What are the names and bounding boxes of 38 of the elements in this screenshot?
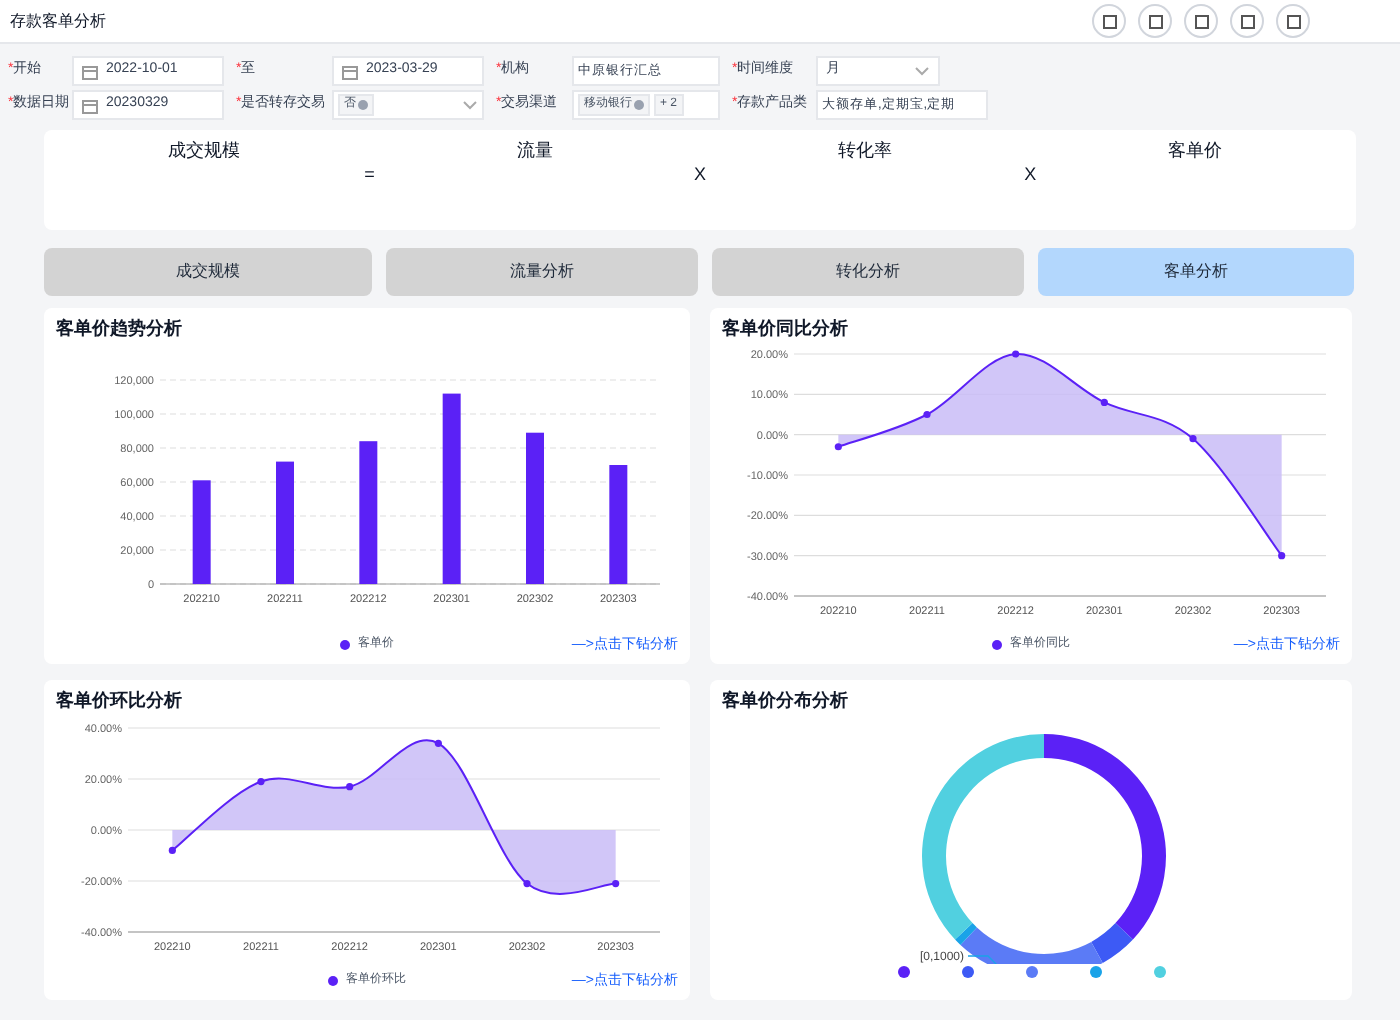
bar <box>359 440 378 583</box>
data-point <box>523 878 531 887</box>
calendar-icon <box>342 63 358 79</box>
operator-sign: X <box>1022 162 1039 188</box>
operator-sign: = <box>362 162 377 188</box>
metric-label: 客单价 <box>1166 138 1225 164</box>
chart-title: 客单价同比分析 <box>722 316 848 342</box>
data-point <box>612 878 620 887</box>
data-point <box>923 409 931 418</box>
chart-title: 客单价分布分析 <box>722 688 848 714</box>
metric-label: 转化率 <box>836 138 895 164</box>
data-point <box>1100 397 1108 405</box>
caret-icon <box>462 100 478 110</box>
calendar-icon <box>82 97 98 113</box>
data-point <box>1278 551 1286 559</box>
tab[interactable]: 转化分析 <box>712 248 1024 296</box>
bar <box>192 479 211 583</box>
data-point <box>1189 434 1197 442</box>
bar <box>276 460 294 583</box>
data-point <box>1012 349 1020 357</box>
data-point <box>346 782 354 790</box>
chart-title: 客单价趋势分析 <box>56 316 182 342</box>
tab[interactable]: 成交规模 <box>44 248 372 296</box>
data-point <box>168 845 176 853</box>
data-point <box>257 776 265 785</box>
metric-label: 成交规模 <box>166 138 243 164</box>
tab[interactable]: 流量分析 <box>386 248 698 296</box>
operator-sign: X <box>691 162 708 188</box>
metric-label: 流量 <box>514 138 555 164</box>
calendar-icon <box>82 63 98 79</box>
tab[interactable]: 客单分析 <box>1038 248 1354 296</box>
caret-icon <box>914 66 930 76</box>
chart-title: 客单价环比分析 <box>56 688 182 714</box>
bar <box>609 464 628 583</box>
leader-line <box>966 954 998 963</box>
data-point <box>834 442 842 450</box>
data-point <box>434 738 442 746</box>
page-title: 存款客单分析 <box>10 9 106 33</box>
